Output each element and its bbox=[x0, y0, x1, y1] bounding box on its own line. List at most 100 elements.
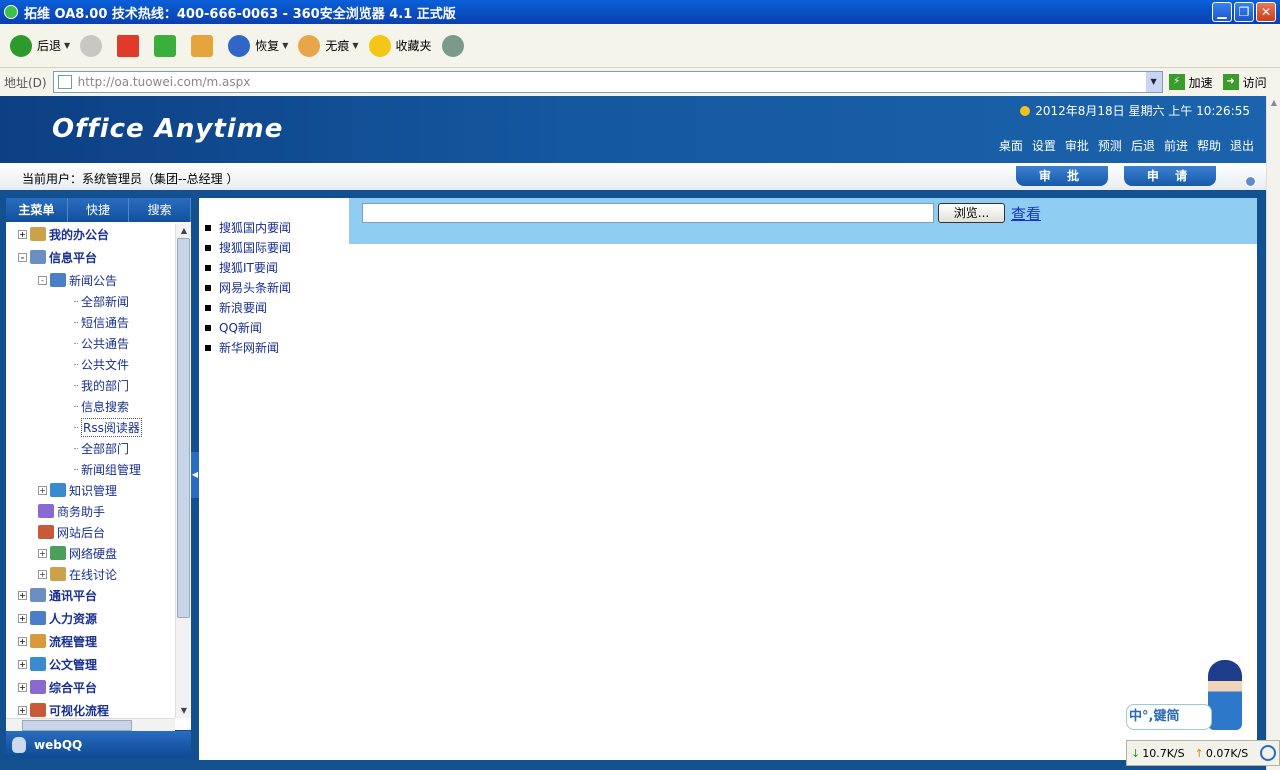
menu-item[interactable]: 商务助手 bbox=[38, 501, 105, 521]
expand-icon[interactable]: + bbox=[38, 485, 47, 495]
refresh-button[interactable] bbox=[154, 34, 181, 57]
tab-shortcuts[interactable]: 快捷 bbox=[68, 198, 130, 222]
nav-logout[interactable]: 退出 bbox=[1230, 137, 1254, 154]
back-button[interactable]: 后退 ▼ bbox=[10, 34, 70, 57]
menu-item[interactable]: + 网络硬盘 bbox=[38, 543, 117, 563]
go-button[interactable]: ➜ 访问 bbox=[1222, 74, 1267, 91]
expand-icon[interactable]: + bbox=[18, 590, 27, 600]
collapse-header-icon[interactable] bbox=[1245, 176, 1256, 187]
home-button[interactable] bbox=[191, 34, 218, 57]
restore-button[interactable]: ❐ bbox=[1234, 2, 1254, 22]
menu-item[interactable]: + 在线讨论 bbox=[38, 564, 117, 584]
speedup-button[interactable]: ⚡ 加速 bbox=[1168, 74, 1213, 91]
menu-item[interactable]: 信息搜索 bbox=[74, 396, 129, 416]
menu-hscroll-thumb[interactable] bbox=[22, 720, 132, 731]
menu-item[interactable]: - 新闻公告 bbox=[38, 270, 117, 290]
tab-main-menu[interactable]: 主菜单 bbox=[6, 198, 68, 222]
url-text[interactable]: http://oa.tuowei.com/m.aspx bbox=[78, 75, 1146, 89]
menu-item[interactable]: 网站后台 bbox=[38, 522, 105, 542]
nav-desktop[interactable]: 桌面 bbox=[999, 137, 1023, 154]
expand-icon[interactable]: + bbox=[18, 705, 27, 715]
scroll-up-icon[interactable]: ▲ bbox=[176, 224, 192, 238]
incognito-button[interactable]: 无痕 ▼ bbox=[298, 34, 359, 57]
menu-item[interactable]: + 可视化流程 bbox=[18, 700, 109, 718]
menu-item[interactable]: + 流程管理 bbox=[18, 631, 97, 651]
url-field[interactable]: http://oa.tuowei.com/m.aspx ▼ bbox=[52, 71, 1163, 93]
home-icon bbox=[191, 34, 214, 57]
nav-help[interactable]: 帮助 bbox=[1197, 137, 1221, 154]
tree-connector bbox=[74, 405, 78, 407]
forward-button[interactable] bbox=[80, 34, 107, 57]
menu-item[interactable]: + 知识管理 bbox=[38, 480, 117, 500]
nav-forward[interactable]: 前进 bbox=[1164, 137, 1188, 154]
webqq-bar[interactable]: webQQ bbox=[6, 731, 191, 758]
ime-status[interactable]: 中°,键简 bbox=[1126, 704, 1212, 730]
stop-icon bbox=[117, 34, 140, 57]
nav-back[interactable]: 后退 bbox=[1131, 137, 1155, 154]
menu-item[interactable]: 我的部门 bbox=[74, 375, 129, 395]
page-vertical-scrollbar[interactable]: ▲ bbox=[1266, 96, 1280, 770]
menu-item[interactable]: 新闻组管理 bbox=[74, 459, 141, 479]
news-source-item[interactable]: 搜狐国际要闻 bbox=[205, 238, 291, 258]
incognito-dropdown-icon[interactable]: ▼ bbox=[352, 41, 358, 50]
collapse-icon[interactable]: - bbox=[38, 275, 47, 285]
tab-search[interactable]: 搜索 bbox=[129, 198, 192, 222]
news-source-item[interactable]: 搜狐国内要闻 bbox=[205, 218, 291, 238]
expand-icon[interactable]: + bbox=[18, 636, 27, 646]
expand-icon[interactable]: + bbox=[38, 569, 47, 579]
menu-item[interactable]: + 人力资源 bbox=[18, 608, 97, 628]
ie-icon[interactable] bbox=[1260, 745, 1277, 761]
rss-file-input[interactable] bbox=[362, 203, 934, 223]
close-button[interactable]: ✕ bbox=[1256, 2, 1276, 22]
menu-item[interactable]: 公共通告 bbox=[74, 333, 129, 353]
menu-item[interactable]: + 通讯平台 bbox=[18, 585, 97, 605]
page-viewport: Office Anytime 2012年8月18日 星期六 上午 10:26:5… bbox=[0, 96, 1266, 770]
news-source-item[interactable]: 新浪要闻 bbox=[205, 298, 291, 318]
menu-vertical-scrollbar[interactable]: ▲ ▼ bbox=[175, 224, 191, 718]
nav-settings[interactable]: 设置 bbox=[1032, 137, 1056, 154]
ime-mascot[interactable]: 中°,键简 bbox=[1126, 660, 1242, 732]
expand-icon[interactable]: + bbox=[18, 229, 27, 239]
expand-icon[interactable]: + bbox=[38, 548, 47, 558]
nav-approve[interactable]: 审批 bbox=[1065, 137, 1089, 154]
news-source-item[interactable]: 网易头条新闻 bbox=[205, 278, 291, 298]
nav-forecast[interactable]: 预测 bbox=[1098, 137, 1122, 154]
menu-item[interactable]: - 信息平台 bbox=[18, 247, 97, 267]
scroll-down-icon[interactable]: ▼ bbox=[176, 704, 192, 718]
menu-item[interactable]: 全部新闻 bbox=[74, 291, 129, 311]
panel-splitter[interactable]: ◀ bbox=[191, 452, 199, 498]
menu-item-label: 商务助手 bbox=[57, 504, 106, 519]
approve-button[interactable]: 审 批 bbox=[1016, 166, 1108, 186]
undo-icon bbox=[228, 34, 251, 57]
expand-icon[interactable]: + bbox=[18, 682, 27, 692]
menu-item[interactable]: 公共文件 bbox=[74, 354, 129, 374]
menu-item[interactable]: Rss阅读器 bbox=[74, 417, 142, 437]
restore-tab-button[interactable]: 恢复 ▼ bbox=[228, 34, 288, 57]
favorites-button[interactable]: 收藏夹 bbox=[368, 34, 432, 57]
news-source-item[interactable]: 新华网新闻 bbox=[205, 338, 291, 358]
news-source-item[interactable]: 搜狐IT要闻 bbox=[205, 258, 291, 278]
news-source-item[interactable]: QQ新闻 bbox=[205, 318, 291, 338]
expand-icon[interactable]: + bbox=[18, 659, 27, 669]
page-scroll-up-icon[interactable]: ▲ bbox=[1267, 96, 1280, 110]
menu-item[interactable]: + 综合平台 bbox=[18, 677, 97, 697]
menu-scroll-thumb[interactable] bbox=[177, 238, 190, 618]
menu-horizontal-scrollbar[interactable] bbox=[6, 718, 175, 732]
browse-button[interactable]: 浏览... bbox=[938, 203, 1005, 223]
minimize-button[interactable]: ▁ bbox=[1212, 2, 1232, 22]
tree-connector bbox=[74, 300, 78, 302]
expand-icon[interactable]: + bbox=[18, 613, 27, 623]
apply-button[interactable]: 申 请 bbox=[1124, 166, 1216, 186]
stop-button[interactable] bbox=[117, 34, 144, 57]
collapse-icon[interactable]: - bbox=[18, 252, 27, 262]
menu-item[interactable]: + 我的办公台 bbox=[18, 224, 109, 244]
url-dropdown-icon[interactable]: ▼ bbox=[1145, 72, 1162, 92]
menu-item[interactable]: + 公文管理 bbox=[18, 654, 97, 674]
restore-dropdown-icon[interactable]: ▼ bbox=[282, 41, 288, 50]
menu-item[interactable]: 全部部门 bbox=[74, 438, 129, 458]
view-link[interactable]: 查看 bbox=[1011, 203, 1041, 224]
back-dropdown-icon[interactable]: ▼ bbox=[64, 41, 70, 50]
menu-item-label: 人力资源 bbox=[49, 611, 98, 626]
menu-item[interactable]: 短信通告 bbox=[74, 312, 129, 332]
history-button[interactable] bbox=[441, 34, 469, 57]
